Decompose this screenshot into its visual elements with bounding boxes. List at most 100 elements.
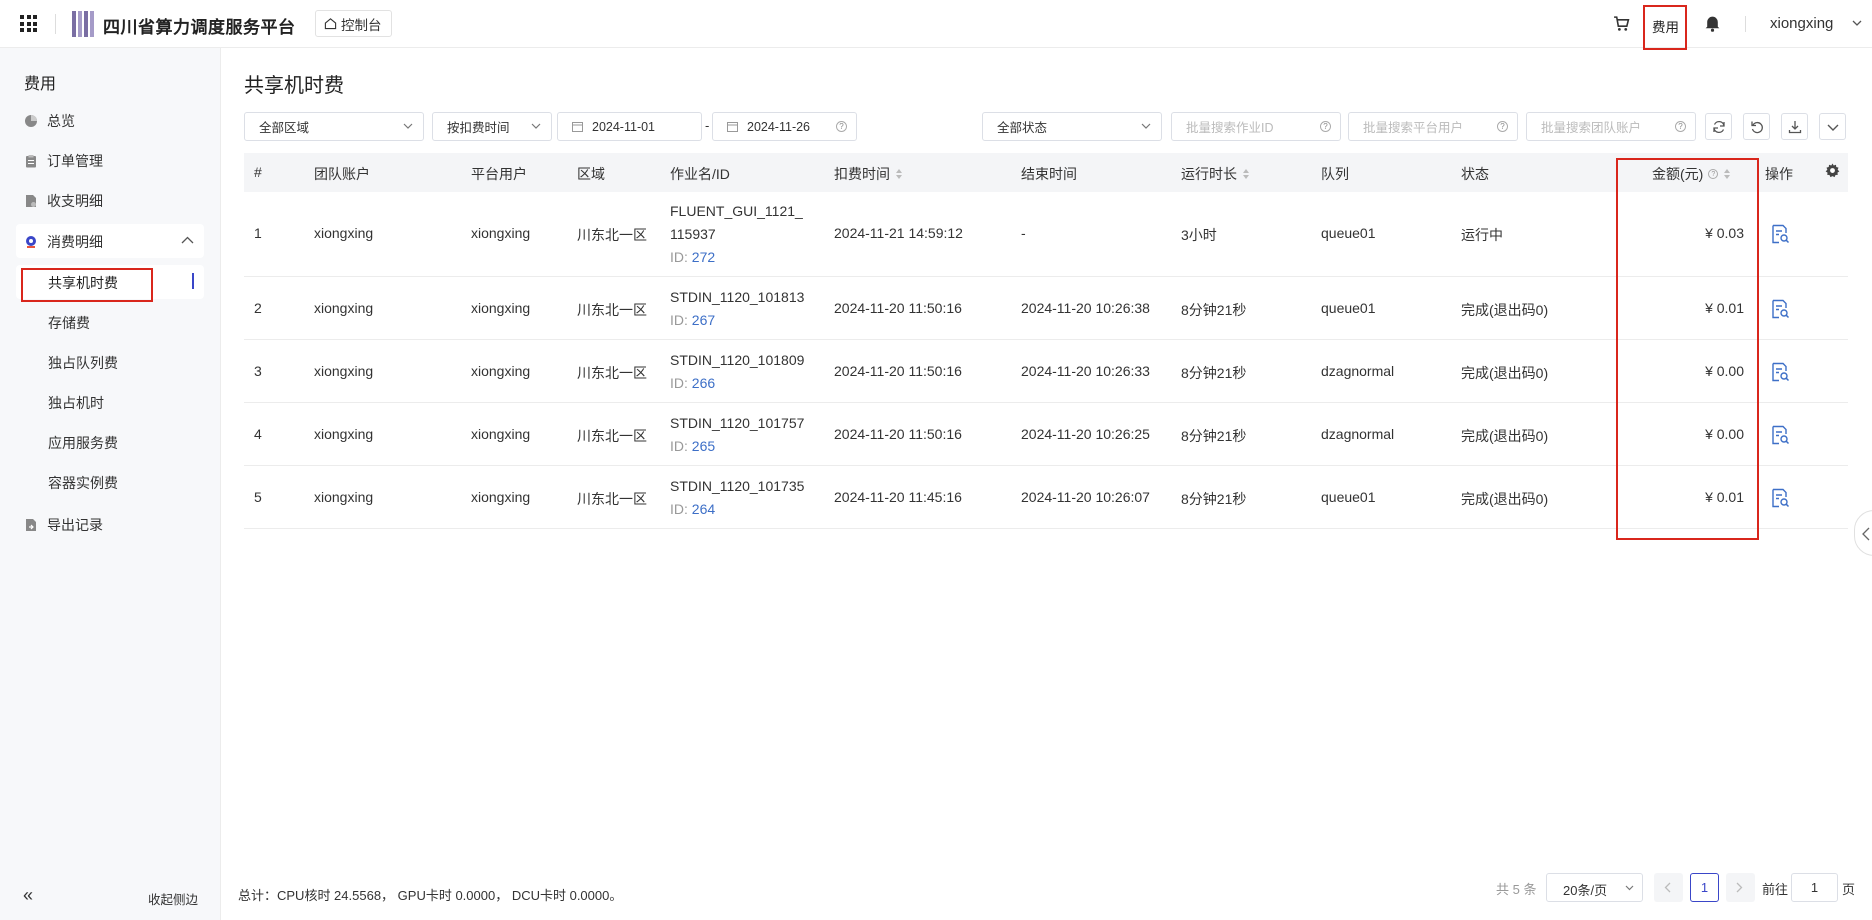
cell-queue: dzagnormal <box>1321 363 1395 379</box>
expand-filters-button[interactable] <box>1819 113 1846 140</box>
page-title: 共享机时费 <box>244 75 344 97</box>
sidebar-title: 费用 <box>24 76 57 93</box>
region-select[interactable]: 全部区域 <box>244 112 424 141</box>
cell-team: xiongxing <box>314 489 374 505</box>
time-type-select[interactable]: 按扣费时间 <box>432 112 552 141</box>
usage-summary: 总计：CPU核时 24.5568， GPU卡时 0.0000， DCU卡时 0.… <box>238 888 623 903</box>
export-icon <box>26 519 36 531</box>
page-size-select[interactable]: 20条/页 <box>1546 873 1643 902</box>
sidebar-group-consumption[interactable]: 消费明细 <box>16 224 204 258</box>
sidebar-item-container[interactable]: 容器实例费 <box>48 473 118 493</box>
cell-deduct-time: 2024-11-20 11:50:16 <box>834 426 962 442</box>
sidebar-item-app-service[interactable]: 应用服务费 <box>48 433 118 453</box>
end-date-input[interactable]: 2024-11-26 ? <box>712 112 857 141</box>
cell-status: 完成(退出码0) <box>1461 428 1549 444</box>
col-index: # <box>254 164 262 180</box>
sidebar-item-exclusive-hours[interactable]: 独占机时 <box>48 393 104 413</box>
collapse-sidebar-button[interactable]: 收起侧边 <box>148 889 198 908</box>
cell-team: xiongxing <box>314 300 374 316</box>
job-id-link[interactable]: 266 <box>692 375 715 391</box>
cell-region: 川东北一区 <box>577 365 647 381</box>
job-id-link[interactable]: 267 <box>692 312 715 328</box>
divider <box>55 14 56 34</box>
user-placeholder: 批量搜索平台用户 <box>1363 121 1464 135</box>
status-select-value: 全部状态 <box>997 121 1048 135</box>
console-button[interactable]: 控制台 <box>315 10 392 37</box>
sidebar-item-exclusive-queue[interactable]: 独占队列费 <box>48 353 118 373</box>
cell-region: 川东北一区 <box>577 302 647 318</box>
active-item-highlight-box <box>21 268 153 302</box>
team-placeholder: 批量搜索团队账户 <box>1541 121 1642 135</box>
cell-end-time: 2024-11-20 10:26:33 <box>1021 363 1150 379</box>
cell-index: 2 <box>254 300 262 316</box>
help-icon[interactable]: ? <box>1675 121 1686 132</box>
gear-icon[interactable] <box>1825 163 1840 178</box>
cart-icon[interactable] <box>1613 15 1630 32</box>
cell-duration: 8分钟21秒 <box>1181 491 1247 507</box>
cell-job: FLUENT_GUI_1121_115937 ID: 272 <box>670 200 806 269</box>
next-page-button[interactable] <box>1726 873 1755 902</box>
sidebar-item-label: 总览 <box>47 113 75 129</box>
help-icon[interactable]: ? <box>1320 121 1331 132</box>
col-region: 区域 <box>577 166 605 182</box>
goto-page-input[interactable]: 1 <box>1791 873 1838 902</box>
job-id-link[interactable]: 272 <box>692 249 715 265</box>
reset-button[interactable] <box>1743 113 1770 140</box>
user-menu[interactable]: xiongxing <box>1770 15 1833 32</box>
cell-queue: dzagnormal <box>1321 426 1395 442</box>
chevron-down-icon <box>1141 123 1151 129</box>
sidebar-group-label: 消费明细 <box>47 234 103 250</box>
prev-page-button[interactable] <box>1654 873 1683 902</box>
bell-icon[interactable] <box>1704 14 1721 32</box>
help-icon[interactable]: ? <box>1497 121 1508 132</box>
sort-icon[interactable] <box>1242 168 1250 180</box>
sidebar-item-storage[interactable]: 存储费 <box>48 313 90 333</box>
cell-queue: queue01 <box>1321 225 1376 241</box>
cell-status: 完成(退出码0) <box>1461 302 1549 318</box>
chevron-up-icon[interactable] <box>181 236 194 244</box>
help-icon[interactable]: ? <box>836 121 847 132</box>
view-detail-icon[interactable] <box>1770 224 1790 244</box>
cell-deduct-time: 2024-11-21 14:59:12 <box>834 225 963 241</box>
user-search-input[interactable]: 批量搜索平台用户 ? <box>1348 112 1518 141</box>
job-id-link[interactable]: 264 <box>692 501 715 517</box>
col-deduct-time[interactable]: 扣费时间 <box>834 164 903 184</box>
view-detail-icon[interactable] <box>1770 299 1790 319</box>
sidebar-item-export[interactable]: 导出记录 <box>24 515 103 535</box>
collapse-icon[interactable]: « <box>23 885 33 906</box>
status-select[interactable]: 全部状态 <box>982 112 1162 141</box>
col-end-time: 结束时间 <box>1021 166 1077 182</box>
id-label: ID: <box>670 375 688 391</box>
app-grid-icon[interactable] <box>20 15 37 32</box>
sidebar-item-label: 订单管理 <box>47 153 103 169</box>
sidebar-item-overview[interactable]: 总览 <box>24 111 75 131</box>
sidebar-item-transactions[interactable]: 收支明细 <box>24 191 103 211</box>
view-detail-icon[interactable] <box>1770 425 1790 445</box>
clipboard-icon <box>26 155 36 168</box>
col-team: 团队账户 <box>314 166 370 182</box>
cell-user: xiongxing <box>471 489 531 505</box>
page-1-button[interactable]: 1 <box>1690 873 1719 902</box>
view-detail-icon[interactable] <box>1770 362 1790 382</box>
chevron-down-icon <box>531 123 541 129</box>
job-id-link[interactable]: 265 <box>692 438 715 454</box>
cell-user: xiongxing <box>471 225 531 241</box>
sidebar-item-orders[interactable]: 订单管理 <box>24 151 103 171</box>
start-date-input[interactable]: 2024-11-01 <box>557 112 702 141</box>
id-label: ID: <box>670 438 688 454</box>
view-detail-icon[interactable] <box>1770 488 1790 508</box>
pie-chart-icon <box>25 115 37 127</box>
chevron-down-icon[interactable] <box>1852 20 1862 27</box>
col-duration[interactable]: 运行时长 <box>1181 164 1250 184</box>
col-job: 作业名/ID <box>670 166 730 182</box>
cell-region: 川东北一区 <box>577 227 647 243</box>
job-id-search-input[interactable]: 批量搜索作业ID ? <box>1171 112 1341 141</box>
side-panel-toggle[interactable] <box>1854 510 1872 556</box>
team-search-input[interactable]: 批量搜索团队账户 ? <box>1526 112 1696 141</box>
cell-index: 1 <box>254 225 262 241</box>
id-label: ID: <box>670 501 688 517</box>
sort-icon[interactable] <box>895 168 903 180</box>
refresh-button[interactable] <box>1705 113 1732 140</box>
download-button[interactable] <box>1781 113 1808 140</box>
cell-user: xiongxing <box>471 363 531 379</box>
